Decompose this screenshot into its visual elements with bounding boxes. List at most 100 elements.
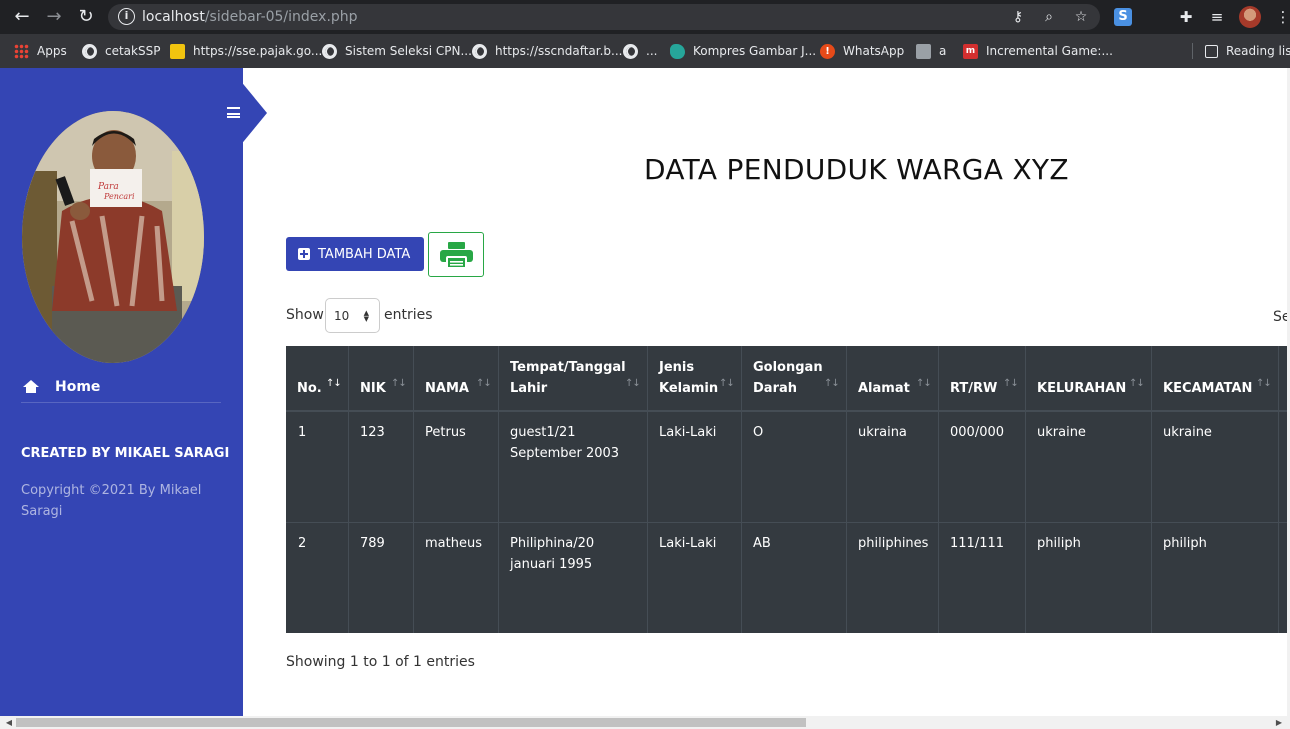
- bookmark-kompres[interactable]: Kompres Gambar J...: [670, 42, 816, 60]
- pajak-icon: [170, 43, 185, 59]
- address-bar[interactable]: i localhost/sidebar-05/index.php ⚷ ⌕ ☆: [108, 4, 1100, 30]
- cell-jenis-kelamin: Laki-Laki: [659, 536, 717, 551]
- column-header-tempat-tanggal-lahir[interactable]: Tempat/Tanggal Lahir: [510, 357, 626, 399]
- sidebar-toggle-button[interactable]: [214, 84, 267, 142]
- extension-s-icon[interactable]: S: [1114, 8, 1132, 26]
- header-label-line2: Darah: [753, 381, 798, 396]
- column-header-nama[interactable]: NAMA: [425, 378, 469, 399]
- bookmark-sscndaftar[interactable]: https://sscndaftar.b...: [472, 42, 622, 60]
- menu-dots-icon[interactable]: ⋮: [1273, 7, 1290, 27]
- plus-square-icon: [298, 248, 310, 260]
- bookmark-pajak[interactable]: https://sse.pajak.go...: [170, 42, 322, 60]
- bookmark-label: Sistem Seleksi CPN...: [345, 44, 472, 58]
- cell-kecamatan: philiph: [1163, 536, 1207, 551]
- bookmark-ellipsis[interactable]: ...: [623, 42, 657, 60]
- column-header-kecamatan[interactable]: KECAMATAN: [1163, 378, 1252, 399]
- bookmark-label: Apps: [37, 44, 67, 58]
- profile-avatar[interactable]: [1239, 6, 1261, 28]
- cell-alamat: philiphines: [858, 536, 929, 551]
- doc-icon: [916, 43, 931, 59]
- sort-asc-icon[interactable]: ↑↓: [326, 378, 342, 389]
- show-label: Show: [286, 307, 324, 323]
- cell-line: guest1/21: [510, 425, 576, 440]
- column-divider: [348, 346, 349, 633]
- header-label: NAMA: [425, 381, 469, 396]
- cell-golongan-darah: AB: [753, 536, 771, 551]
- reading-list-label: Reading list: [1226, 44, 1290, 58]
- bookmark-label: WhatsApp: [843, 44, 905, 58]
- bookmarks-bar: Apps cetakSSP https://sse.pajak.go... Si…: [0, 34, 1290, 68]
- select-updown-icon: ▲ ▼: [363, 309, 369, 323]
- cell-nik: 123: [360, 425, 385, 440]
- sort-icon[interactable]: ↑↓: [625, 378, 641, 389]
- column-header-golongan-darah[interactable]: Golongan Darah: [753, 357, 823, 399]
- sort-icon[interactable]: ↑↓: [916, 378, 932, 389]
- sort-icon[interactable]: ↑↓: [476, 378, 492, 389]
- add-data-label: TAMBAH DATA: [318, 246, 411, 262]
- bookmark-label: ...: [646, 44, 658, 58]
- column-header-no[interactable]: No.: [297, 378, 322, 399]
- column-header-kelurahan[interactable]: KELURAHAN: [1037, 378, 1126, 399]
- bookmark-whatsapp[interactable]: ! WhatsApp: [820, 42, 904, 60]
- site-info-icon[interactable]: i: [118, 8, 135, 25]
- cell-kelurahan: ukraine: [1037, 425, 1086, 440]
- column-header-nik[interactable]: NIK: [360, 378, 386, 399]
- column-header-rt-rw[interactable]: RT/RW: [950, 378, 997, 399]
- scroll-left-arrow-icon[interactable]: ◀: [2, 716, 16, 729]
- bookmark-label: https://sse.pajak.go...: [193, 44, 323, 58]
- header-label: NIK: [360, 381, 386, 396]
- sidebar-item-label: Home: [55, 379, 101, 395]
- scroll-right-arrow-icon[interactable]: ▶: [1272, 716, 1286, 729]
- kompres-icon: [670, 43, 685, 59]
- bookmarks-divider: [1192, 43, 1193, 59]
- url-text[interactable]: localhost/sidebar-05/index.php: [142, 9, 358, 25]
- cell-kelurahan: philiph: [1037, 536, 1081, 551]
- cell-alamat: ukraina: [858, 425, 907, 440]
- cell-rt-rw: 000/000: [950, 425, 1005, 440]
- back-arrow-icon[interactable]: ←: [11, 6, 33, 28]
- bookmark-incremental[interactable]: m Incremental Game:...: [963, 42, 1113, 60]
- bookmark-seleksi-cpns[interactable]: Sistem Seleksi CPN...: [322, 42, 472, 60]
- bookmark-apps[interactable]: Apps: [14, 42, 67, 60]
- star-icon[interactable]: ☆: [1071, 7, 1091, 27]
- page-title: DATA PENDUDUK WARGA XYZ: [644, 153, 1069, 186]
- column-header-alamat[interactable]: Alamat: [858, 378, 910, 399]
- horizontal-scrollbar[interactable]: ◀ ▶: [0, 716, 1290, 729]
- sort-icon[interactable]: ↑↓: [719, 378, 735, 389]
- forward-arrow-icon[interactable]: →: [43, 6, 65, 28]
- column-divider: [1278, 346, 1279, 633]
- home-icon: [23, 380, 39, 394]
- sort-icon[interactable]: ↑↓: [1256, 378, 1272, 389]
- extensions-puzzle-icon[interactable]: ✚: [1176, 7, 1196, 27]
- profile-photo: Para Pencari: [22, 111, 204, 363]
- hamburger-menu-icon[interactable]: [227, 107, 240, 118]
- cell-line: September 2003: [510, 446, 620, 461]
- bookmark-a[interactable]: a: [916, 42, 946, 60]
- page-size-select[interactable]: 10 ▲ ▼: [325, 298, 380, 333]
- entries-label: entries: [384, 307, 433, 323]
- bookmark-cetakssp[interactable]: cetakSSP: [82, 42, 160, 60]
- svg-text:Para: Para: [97, 182, 119, 192]
- key-icon[interactable]: ⚷: [1008, 7, 1028, 27]
- sort-icon[interactable]: ↑↓: [1003, 378, 1019, 389]
- cell-line: Philiphina/20: [510, 536, 595, 551]
- reload-icon[interactable]: ↻: [75, 6, 97, 28]
- reading-list[interactable]: Reading list: [1205, 42, 1290, 60]
- sort-icon[interactable]: ↑↓: [1129, 378, 1145, 389]
- whatsapp-icon: !: [820, 43, 835, 59]
- header-divider: [286, 410, 1290, 412]
- sort-icon[interactable]: ↑↓: [391, 378, 407, 389]
- header-label-line2: Lahir: [510, 381, 548, 396]
- cell-tempat-tanggal-lahir: guest1/21 September 2003: [510, 422, 619, 464]
- column-header-jenis-kelamin[interactable]: Jenis Kelamin: [659, 357, 718, 399]
- bookmark-label: a: [939, 44, 947, 58]
- bookmark-label: cetakSSP: [105, 44, 161, 58]
- header-label-line1: Jenis: [659, 360, 695, 375]
- sort-icon[interactable]: ↑↓: [824, 378, 840, 389]
- media-control-icon[interactable]: ≡: [1207, 7, 1227, 27]
- sidebar-item-home[interactable]: Home: [21, 372, 221, 403]
- zoom-icon[interactable]: ⌕: [1039, 7, 1059, 27]
- scrollbar-thumb[interactable]: [16, 718, 806, 727]
- print-button[interactable]: [428, 232, 484, 277]
- add-data-button[interactable]: TAMBAH DATA: [286, 237, 424, 271]
